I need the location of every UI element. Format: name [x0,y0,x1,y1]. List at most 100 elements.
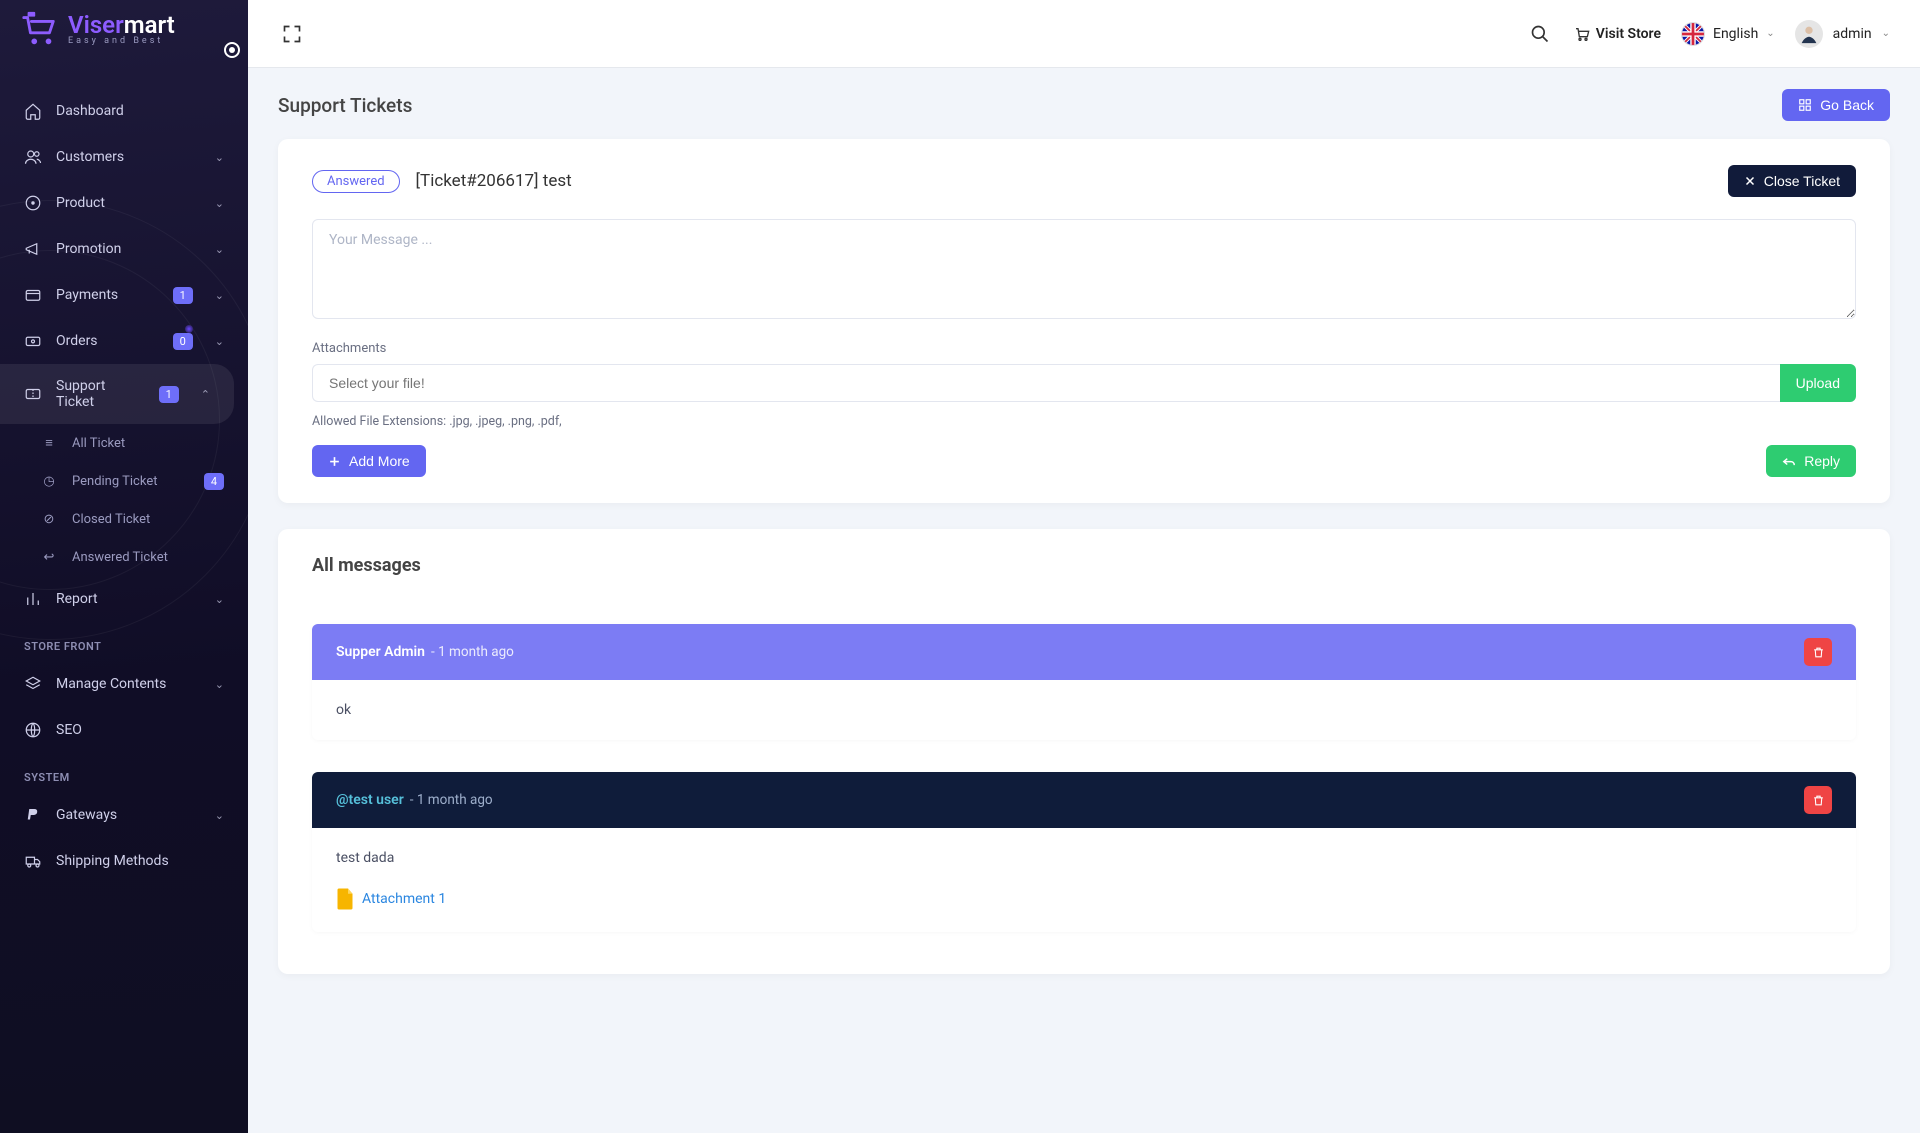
go-back-label: Go Back [1820,97,1874,113]
grid-icon [1798,98,1812,112]
ticket-header: Answered [Ticket#206617] test Close Tick… [312,165,1856,197]
sidebar-item-shipping[interactable]: Shipping Methods [0,838,248,884]
sidebar-item-label: Pending Ticket [72,474,157,489]
home-icon [24,102,42,120]
logo-cart-icon [20,10,58,48]
message-admin: Supper Admin - 1 month ago ok [312,624,1856,740]
attachment-link[interactable]: Attachment 1 [336,888,1832,910]
language-label: English [1713,26,1758,42]
message-header: Supper Admin - 1 month ago [312,624,1856,680]
message-author: Supper Admin [336,644,425,660]
plus-icon [328,455,341,468]
ticket-icon [24,385,42,403]
language-switcher[interactable]: English ⌄ [1681,22,1775,46]
sidebar-item-label: Answered Ticket [72,550,168,565]
ticket-title: [Ticket#206617] test [416,171,572,191]
chevron-down-icon: ⌄ [215,678,224,691]
ticket-reply-card: Answered [Ticket#206617] test Close Tick… [278,139,1890,503]
message-text: test dada [336,850,1832,866]
sidebar-item-label: SEO [56,722,82,738]
search-button[interactable] [1526,20,1554,48]
reply-actions: Add More Reply [312,445,1856,477]
sidebar-item-customers[interactable]: Customers ⌄ [0,134,248,180]
message-author: @test user [336,792,404,808]
close-ticket-button[interactable]: Close Ticket [1728,165,1856,197]
badge-count: 0 [173,333,193,350]
sidebar-item-orders[interactable]: Orders 0 ⌄ [0,318,248,364]
file-icon [336,888,354,910]
visit-store-link[interactable]: Visit Store [1574,26,1661,42]
reply-label: Reply [1804,453,1840,469]
file-input[interactable] [312,364,1780,402]
message-body: test dada Attachment 1 [312,828,1856,932]
attachment-label: Attachment 1 [362,891,446,907]
sidebar-item-pending-ticket[interactable]: ◷ Pending Ticket 4 [0,462,248,500]
cart-icon [1574,26,1590,42]
chevron-down-icon: ⌄ [215,243,224,256]
sidebar-item-report[interactable]: Report ⌄ [0,576,248,622]
close-ticket-label: Close Ticket [1764,173,1840,189]
sidebar-item-label: Orders [56,333,98,349]
add-more-button[interactable]: Add More [312,445,426,477]
message-user: @test user - 1 month ago test dada Attac… [312,772,1856,932]
message-input[interactable] [312,219,1856,319]
megaphone-icon [24,240,42,258]
sidebar-item-seo[interactable]: SEO [0,707,248,753]
user-name: admin [1833,26,1872,42]
topbar: Visit Store English ⌄ admin ⌄ [248,0,1920,67]
sidebar-item-manage-contents[interactable]: Manage Contents ⌄ [0,661,248,707]
chevron-down-icon: ⌄ [1882,28,1890,39]
cash-icon [24,332,42,350]
logo[interactable]: Visermart Easy and Best [0,0,248,60]
delete-message-button[interactable] [1804,638,1832,666]
sidebar-item-label: Promotion [56,241,121,257]
user-menu[interactable]: admin ⌄ [1795,20,1890,48]
main-content: Support Tickets Go Back Answered [Ticket… [248,67,1920,1040]
sidebar-item-gateways[interactable]: Gateways ⌄ [0,792,248,838]
message-time: - 1 month ago [410,792,493,808]
delete-message-button[interactable] [1804,786,1832,814]
chevron-down-icon: ⌄ [215,151,224,164]
message-header: @test user - 1 month ago [312,772,1856,828]
sidebar: Visermart Easy and Best Dashboard Custom… [0,0,248,1133]
list-icon: ≡ [40,434,58,452]
target-icon [24,194,42,212]
status-badge: Answered [312,170,400,193]
sidebar-item-closed-ticket[interactable]: ⊘ Closed Ticket [0,500,248,538]
sidebar-item-answered-ticket[interactable]: ↩ Answered Ticket [0,538,248,576]
upload-button[interactable]: Upload [1780,364,1856,402]
sidebar-item-promotion[interactable]: Promotion ⌄ [0,226,248,272]
messages-title: All messages [312,555,1856,576]
sidebar-item-dashboard[interactable]: Dashboard [0,88,248,134]
message-time: - 1 month ago [431,644,514,660]
reply-button[interactable]: Reply [1766,445,1856,477]
sidebar-item-label: Manage Contents [56,676,166,692]
add-more-label: Add More [349,453,410,469]
sidebar-item-label: Payments [56,287,118,303]
file-hint: Allowed File Extensions: .jpg, .jpeg, .p… [312,414,1856,429]
logo-text: Visermart Easy and Best [68,13,175,46]
message-body: ok [312,680,1856,740]
sidebar-item-label: Gateways [56,807,117,823]
sidebar-item-support-ticket[interactable]: Support Ticket 1 ⌃ [0,364,234,424]
chevron-down-icon: ⌄ [215,289,224,302]
close-icon [1744,175,1756,187]
clock-icon: ◷ [40,472,58,490]
go-back-button[interactable]: Go Back [1782,89,1890,121]
upload-label: Upload [1796,375,1840,391]
chevron-down-icon: ⌄ [215,335,224,348]
closed-icon: ⊘ [40,510,58,528]
chevron-down-icon: ⌄ [1766,28,1774,39]
layers-icon [24,675,42,693]
sidebar-collapse-toggle[interactable] [224,42,240,58]
sidebar-item-payments[interactable]: Payments 1 ⌄ [0,272,248,318]
flag-uk-icon [1681,22,1705,46]
page-header: Support Tickets Go Back [278,89,1890,121]
badge-count: 1 [173,287,193,304]
sidebar-item-label: Report [56,591,98,607]
fullscreen-toggle[interactable] [278,20,306,48]
page-title: Support Tickets [278,94,412,117]
sidebar-item-product[interactable]: Product ⌄ [0,180,248,226]
sidebar-item-label: Support Ticket [56,378,145,410]
sidebar-item-all-ticket[interactable]: ≡ All Ticket [0,424,248,462]
